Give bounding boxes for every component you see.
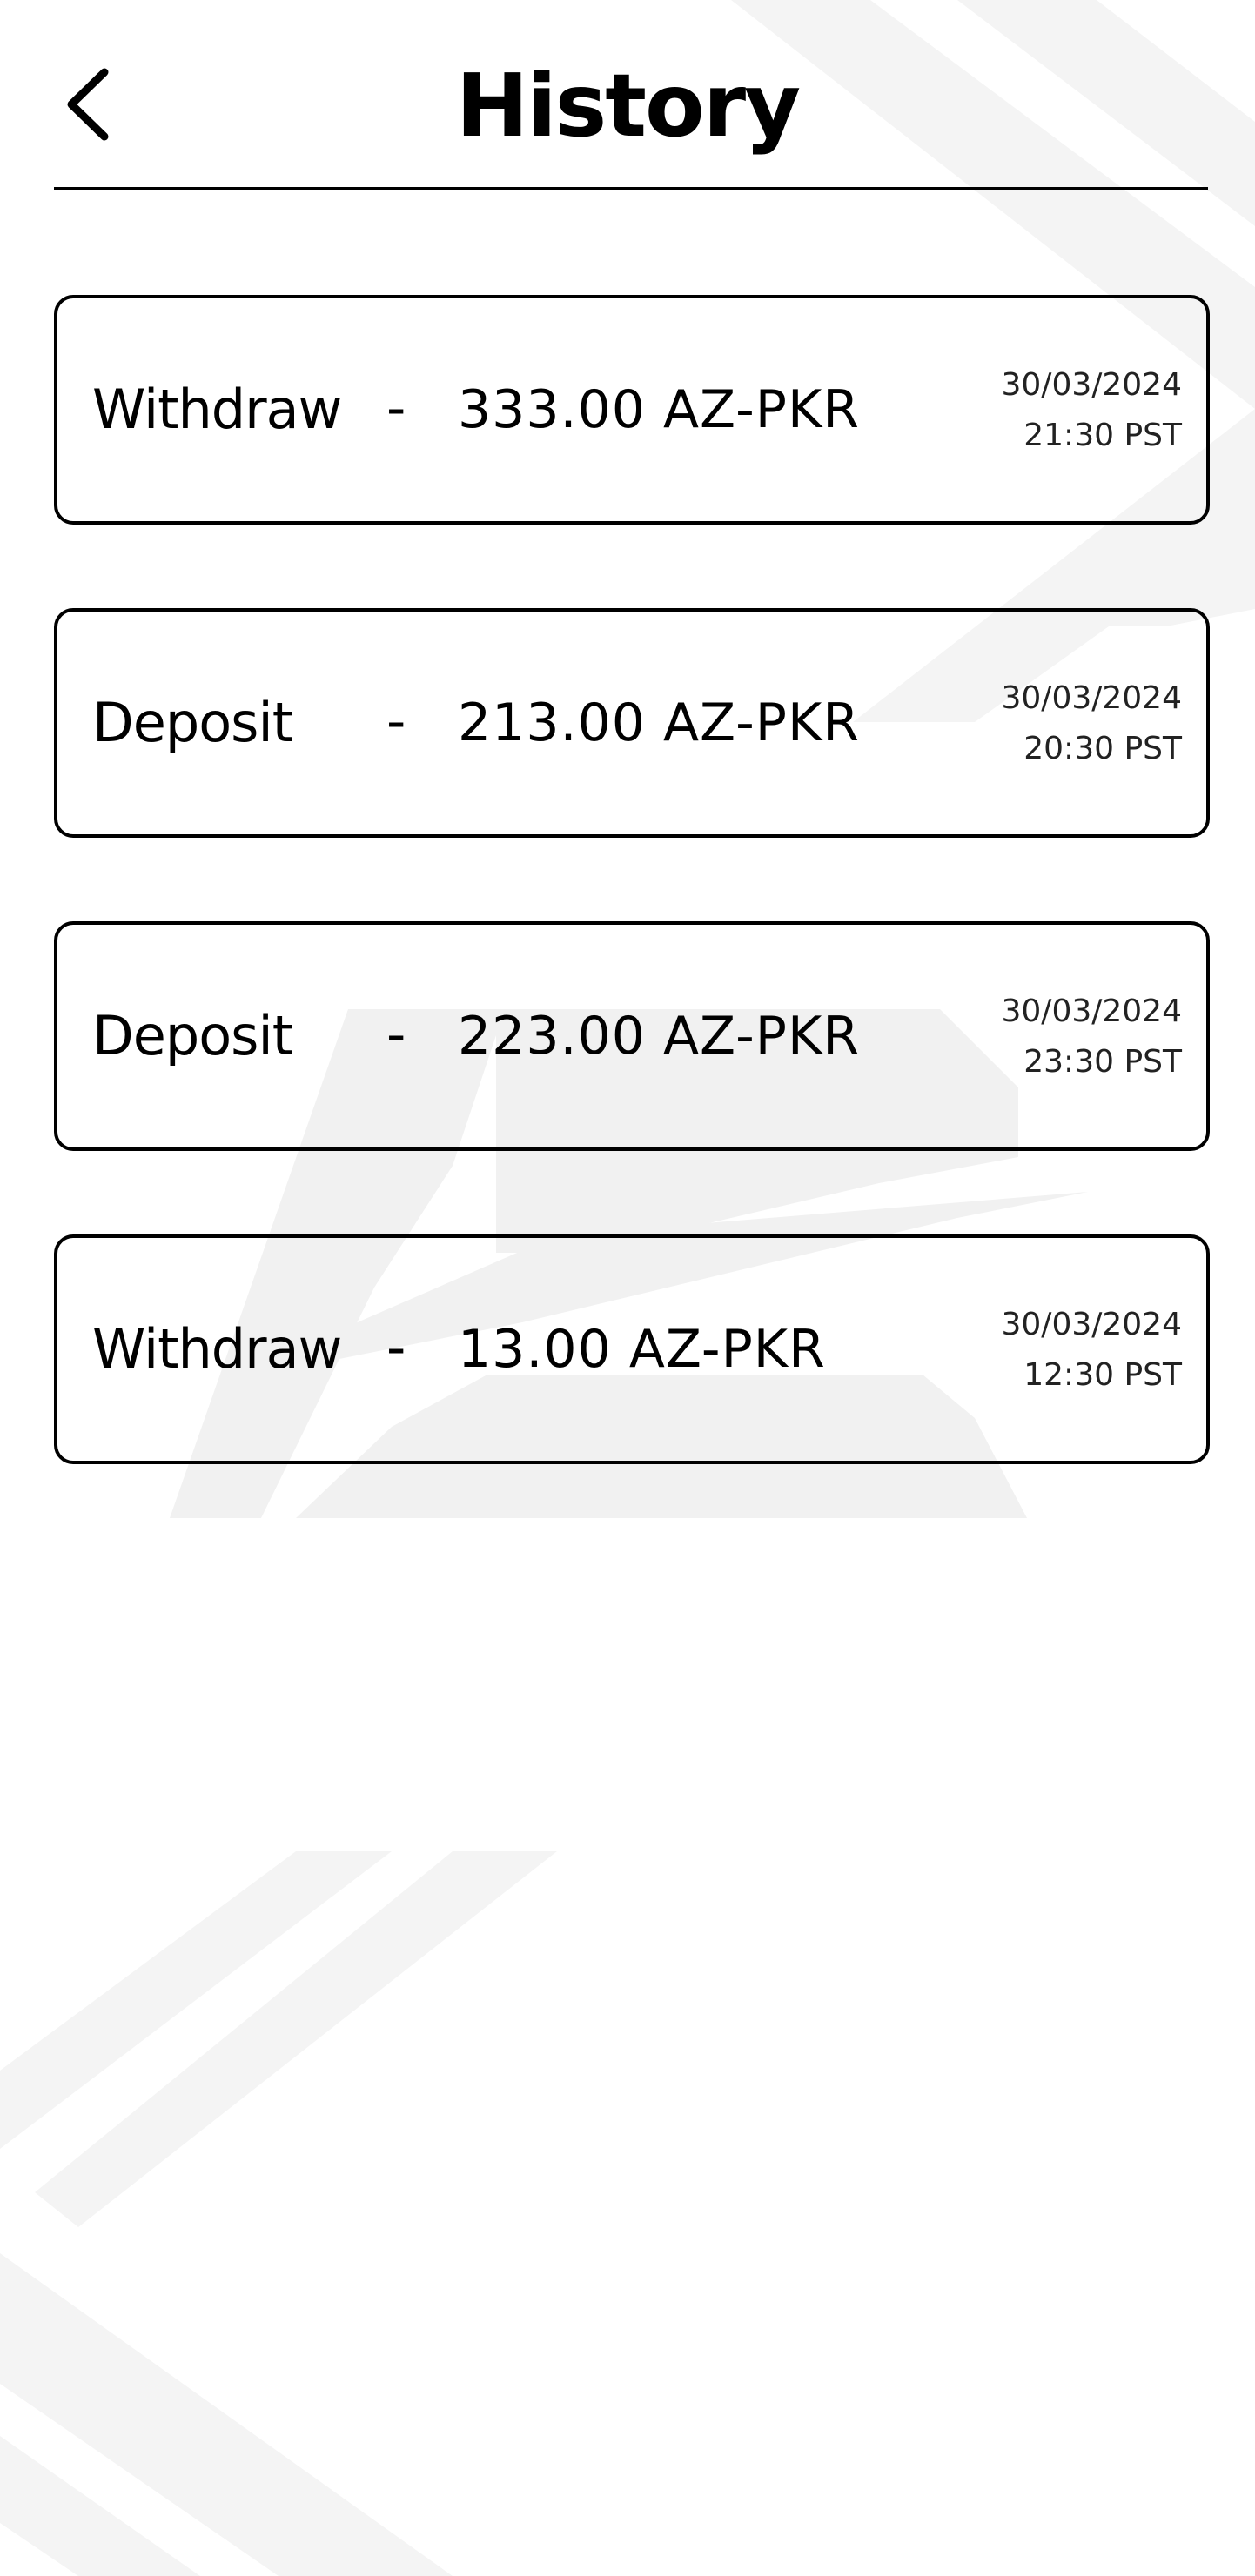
transaction-type: Withdraw	[92, 1317, 342, 1381]
transaction-date: 30/03/2024	[1001, 1307, 1183, 1342]
history-item[interactable]: Deposit - 213.00 AZ-PKR 30/03/2024 20:30…	[54, 608, 1210, 838]
transaction-amount: 223.00 AZ-PKR	[458, 1006, 860, 1067]
transaction-amount: 333.00 AZ-PKR	[458, 379, 860, 440]
separator: -	[386, 1002, 406, 1066]
transaction-type: Deposit	[92, 1004, 293, 1067]
app-header: History	[0, 0, 1255, 190]
transaction-amount: 213.00 AZ-PKR	[458, 693, 860, 753]
page-title: History	[455, 55, 802, 157]
separator: -	[386, 689, 406, 753]
transaction-type: Deposit	[92, 691, 293, 754]
transaction-time: 21:30 PST	[1023, 418, 1182, 453]
transaction-date: 30/03/2024	[1001, 367, 1183, 403]
history-item[interactable]: Deposit - 223.00 AZ-PKR 30/03/2024 23:30…	[54, 921, 1210, 1151]
history-list: Withdraw - 333.00 AZ-PKR 30/03/2024 21:3…	[54, 295, 1210, 1548]
transaction-time: 20:30 PST	[1023, 731, 1182, 766]
transaction-date: 30/03/2024	[1001, 994, 1183, 1029]
transaction-time: 23:30 PST	[1023, 1044, 1182, 1080]
transaction-type: Withdraw	[92, 378, 342, 441]
history-item[interactable]: Withdraw - 13.00 AZ-PKR 30/03/2024 12:30…	[54, 1234, 1210, 1464]
separator: -	[386, 1315, 406, 1379]
transaction-amount: 13.00 AZ-PKR	[458, 1319, 826, 1380]
header-divider	[54, 187, 1208, 190]
separator: -	[386, 376, 406, 439]
transaction-date: 30/03/2024	[1001, 680, 1183, 716]
history-item[interactable]: Withdraw - 333.00 AZ-PKR 30/03/2024 21:3…	[54, 295, 1210, 525]
transaction-time: 12:30 PST	[1023, 1357, 1182, 1393]
